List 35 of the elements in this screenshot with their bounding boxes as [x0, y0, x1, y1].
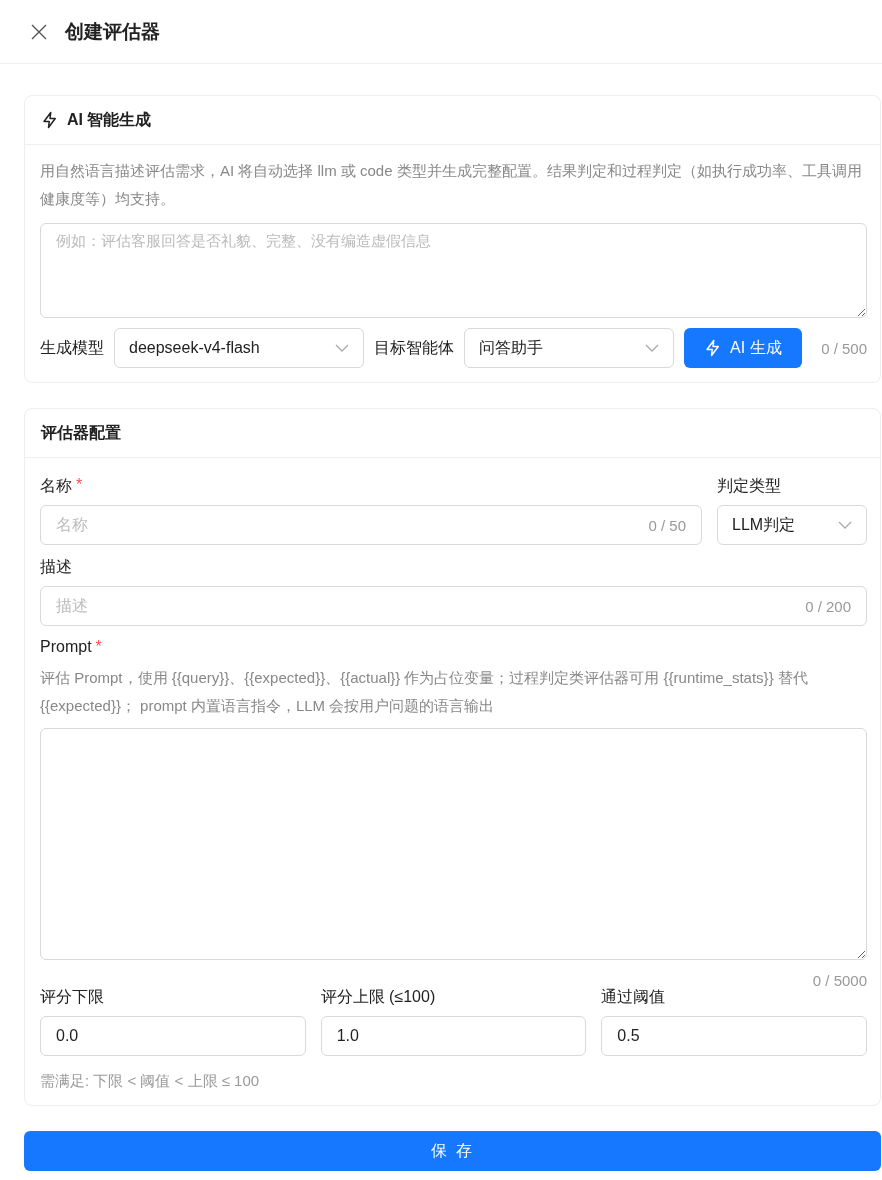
requirement-field[interactable]: 例如：评估客服回答是否礼貌、完整、没有编造虚假信息 — [40, 223, 867, 318]
window-title: 创建评估器 — [65, 19, 160, 44]
required-asterisk: * — [76, 476, 83, 495]
field-label: 评分上限 (≤100) — [320, 987, 437, 1007]
field-label: 判定类型 — [717, 476, 782, 496]
number-field[interactable]: 1.0 — [320, 1016, 587, 1056]
field-label: 通过阈值 — [601, 987, 667, 1007]
character-counter: 0 / 500 — [821, 339, 867, 357]
field-label: 评分下限 — [40, 987, 105, 1007]
field-label: 名称 — [40, 476, 72, 496]
close-icon[interactable] — [31, 23, 47, 40]
prompt-field[interactable] — [40, 728, 867, 960]
card-title: AI 智能生成 — [67, 109, 152, 130]
rule-text: 需满足: 下限 < 阈值 < 上限 ≤ 100 — [40, 1072, 261, 1091]
field-label: 生成模型 — [40, 337, 104, 358]
save-button[interactable]: 保 存 — [24, 1131, 881, 1171]
description-text: 用自然语言描述评估需求，AI 将自动选择 llm 或 code 类型并生成完整配置。结果判定和过程判定（如执行成功率、工具调用健康度等）均支持。 — [40, 161, 863, 209]
card-title: 评估器配置 — [41, 422, 121, 443]
chevron-icon — [645, 344, 659, 352]
lightning-icon — [41, 111, 59, 129]
chevron-icon — [838, 521, 852, 529]
lightning-icon — [704, 339, 722, 357]
ai-generate-button[interactable]: AI 生成 — [684, 328, 802, 368]
field-label: Prompt — [40, 638, 92, 656]
field-label: 目标智能体 — [374, 337, 454, 358]
chevron-icon — [335, 344, 349, 352]
character-counter: 0 / 5000 — [811, 972, 867, 989]
required-asterisk: * — [95, 638, 102, 656]
judge-type-select[interactable]: LLM判定 — [717, 505, 867, 545]
agent-select[interactable]: 问答助手 — [464, 328, 674, 368]
hint-text: 评估 Prompt，使用 {{query}}、{{expected}}、{{actual}} 作为占位变量；过程判定类评估器可用 {{runtime_stats}} 替代 {{expected}}； prompt 内置语言指令，LLM 会按用户问题的语言输出 — [40, 668, 809, 716]
model-select[interactable]: deepseek-v4-flash — [114, 328, 364, 368]
number-field[interactable]: 0.0 — [40, 1016, 306, 1056]
number-field[interactable]: 0.5 — [601, 1016, 867, 1056]
field-label: 描述 — [40, 557, 72, 577]
